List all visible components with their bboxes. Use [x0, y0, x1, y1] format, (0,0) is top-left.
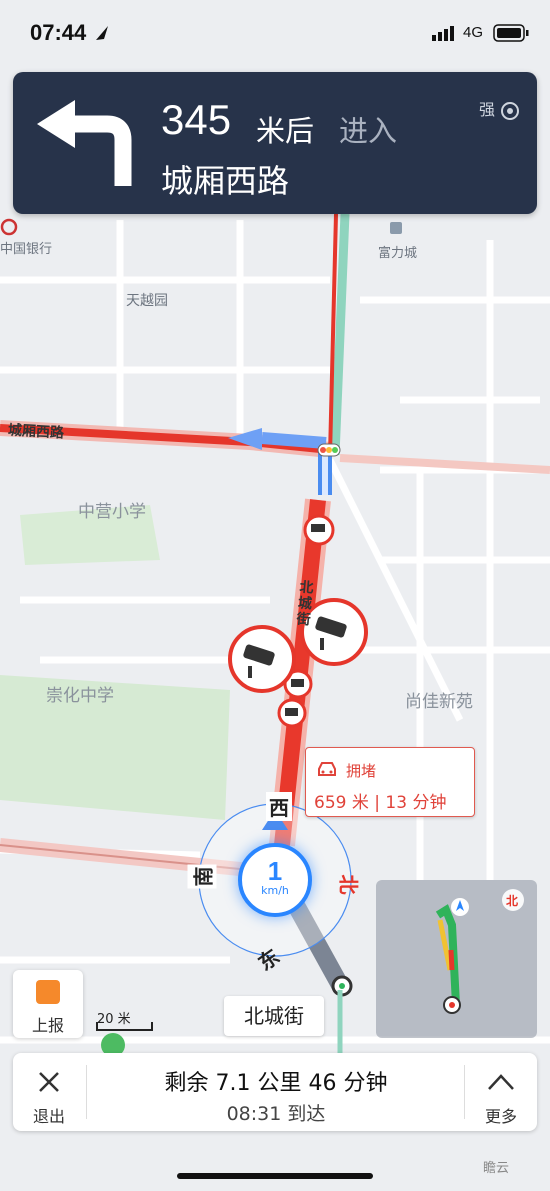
bottom-trip-bar: 退出 剩余 7.1 公里 46 分钟 08:31 到达 更多	[13, 1053, 537, 1131]
congestion-distance: 659 米	[314, 793, 369, 813]
status-bar: 07:44 4G	[0, 0, 550, 66]
speed-indicator: 1 km/h	[238, 843, 312, 917]
turn-distance: 345	[161, 96, 232, 143]
congestion-detail: 659 米 | 13 分钟	[314, 793, 447, 813]
next-road-name: 城厢西路	[161, 162, 290, 200]
gps-signal: 强	[479, 96, 520, 121]
remaining-distance-time: 剩余 7.1 公里 46 分钟	[164, 1071, 388, 1096]
compass-south: 南	[187, 864, 217, 889]
status-time: 07:44	[30, 20, 87, 45]
compass-north: 北	[336, 874, 361, 895]
distance-unit: 米后	[256, 114, 315, 148]
congestion-callout[interactable]: 拥堵 659 米 | 13 分钟	[305, 747, 475, 817]
chevron-up-icon	[488, 1074, 514, 1090]
navigation-instruction-card: 345 米后 进入 城厢西路 强	[13, 72, 537, 214]
poi-residence[interactable]: 尚佳新苑	[405, 687, 473, 712]
scale-label: 20 米	[97, 1012, 131, 1027]
poi-school-primary[interactable]: 中营小学	[78, 497, 146, 522]
network-type: 4G	[463, 24, 484, 41]
compass-west: 西	[266, 792, 292, 821]
watermark: 瞻云	[483, 1161, 510, 1176]
congestion-time: 13 分钟	[385, 793, 447, 813]
congestion-title: 拥堵	[346, 762, 377, 780]
gps-signal-label: 强	[479, 100, 496, 119]
close-icon	[39, 1072, 59, 1092]
current-street: 北城街	[224, 996, 324, 1036]
speed-value: 1	[267, 856, 283, 886]
poi-tianyue[interactable]: 天越园	[126, 290, 168, 310]
poi-bank[interactable]: 中国银行	[0, 238, 52, 257]
more-label: 更多	[484, 1107, 517, 1126]
poi-school-middle[interactable]: 崇化中学	[46, 681, 114, 706]
arrival-time: 08:31 到达	[226, 1103, 326, 1125]
exit-label: 退出	[32, 1107, 65, 1126]
turn-action: 进入	[339, 114, 398, 148]
speed-unit: km/h	[261, 884, 289, 897]
report-label: 上报	[31, 1016, 64, 1035]
home-indicator[interactable]	[177, 1173, 373, 1179]
turn-left-icon	[37, 100, 132, 186]
road-label-chengxiang: 城厢西路	[7, 422, 65, 442]
report-button[interactable]: 上报	[13, 970, 83, 1038]
car-icon	[318, 762, 336, 776]
exit-button[interactable]: 退出	[13, 1053, 85, 1131]
poi-mall[interactable]: 富力城	[378, 242, 417, 261]
satellite-icon	[501, 101, 520, 120]
report-icon	[36, 980, 60, 1004]
route-overview-minimap[interactable]: 北	[376, 880, 537, 1038]
minimap-north: 北	[506, 894, 519, 908]
more-button[interactable]: 更多	[465, 1053, 537, 1131]
